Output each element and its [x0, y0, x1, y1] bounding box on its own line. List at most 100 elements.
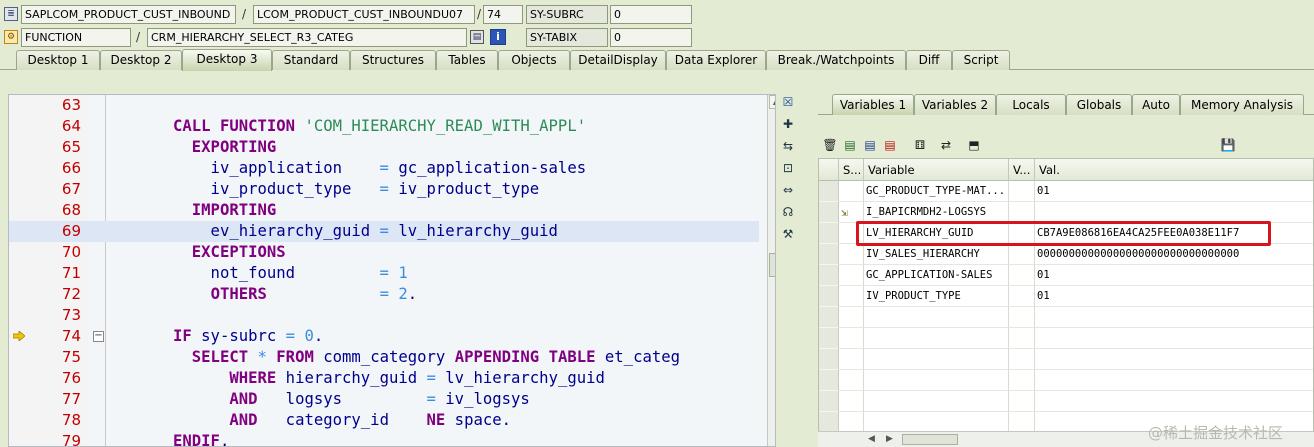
tab-variables-1[interactable]: Variables 1 — [832, 94, 914, 115]
tab-structures[interactable]: Structures — [350, 50, 436, 70]
column-value[interactable]: Val. — [1035, 159, 1313, 181]
variable-row[interactable]: IV_PRODUCT_TYPE 01 — [819, 286, 1313, 307]
row-selector[interactable] — [819, 391, 839, 412]
change-view-icon[interactable]: ▤ — [862, 138, 878, 154]
variable-grid[interactable]: S... Variable V... Val. GC_PRODUCT_TYPE-… — [818, 158, 1314, 447]
tab-data-explorer[interactable]: Data Explorer — [666, 50, 766, 70]
value-cell[interactable] — [1035, 391, 1313, 412]
variable-row[interactable] — [819, 391, 1313, 412]
tab-desktop-3[interactable]: Desktop 3 — [182, 49, 272, 71]
tab-memory-analysis[interactable]: Memory Analysis — [1180, 94, 1304, 115]
row-selector[interactable] — [819, 244, 839, 265]
tab-detail-display[interactable]: DetailDisplay — [570, 50, 666, 70]
delete-all-icon[interactable]: ▤ — [882, 138, 898, 154]
variable-name-cell[interactable]: I_BAPICRMDH2-LOGSYS — [864, 202, 1009, 223]
code-line[interactable]: 72 OTHERS = 2. — [9, 284, 759, 305]
code-line[interactable]: 75 SELECT * FROM comm_category APPENDING… — [9, 347, 759, 368]
row-selector[interactable] — [819, 328, 839, 349]
row-selector[interactable] — [819, 223, 839, 244]
delete-icon[interactable]: 🗑 — [822, 138, 838, 154]
variable-name-cell[interactable] — [864, 307, 1009, 328]
row-selector[interactable] — [819, 202, 839, 223]
tab-auto[interactable]: Auto — [1132, 94, 1180, 115]
headset-icon[interactable]: ☊ — [780, 205, 796, 221]
code-line-current-statement[interactable]: 74 − IF sy-subrc = 0. — [9, 326, 759, 347]
variable-name-cell[interactable]: GC_PRODUCT_TYPE-MAT... — [864, 181, 1009, 202]
row-selector[interactable] — [819, 370, 839, 391]
detail-view-icon[interactable]: ▤ — [842, 138, 858, 154]
editor-vertical-scrollbar[interactable]: ▲ — [767, 95, 775, 446]
variable-name-cell[interactable] — [864, 328, 1009, 349]
column-value-type[interactable]: V... — [1009, 159, 1035, 181]
variable-row[interactable] — [819, 370, 1313, 391]
tab-desktop-1[interactable]: Desktop 1 — [16, 50, 100, 70]
variable-name-cell[interactable] — [864, 391, 1009, 412]
tab-globals[interactable]: Globals — [1066, 94, 1132, 115]
column-variable[interactable]: Variable — [864, 159, 1009, 181]
row-selector[interactable] — [819, 181, 839, 202]
value-cell[interactable] — [1035, 370, 1313, 391]
variable-row[interactable] — [819, 328, 1313, 349]
program-field[interactable]: SAPLCOM_PRODUCT_CUST_INBOUND — [21, 5, 236, 24]
variable-name-cell[interactable] — [864, 412, 1009, 433]
variable-name-cell[interactable]: IV_SALES_HIERARCHY — [864, 244, 1009, 265]
row-selector[interactable] — [819, 307, 839, 328]
new-tool-icon[interactable]: ✚ — [780, 117, 796, 133]
service-icon[interactable]: ⚒ — [780, 227, 796, 243]
event-type-field[interactable]: FUNCTION — [21, 28, 131, 47]
scroll-thumb[interactable] — [902, 434, 958, 445]
transfer-icon[interactable]: ⇄ — [938, 138, 954, 154]
value-cell[interactable]: 00000000000000000000000000000000 — [1035, 244, 1313, 265]
code-line[interactable]: 65 EXPORTING — [9, 137, 759, 158]
save-icon[interactable]: 💾 — [1220, 138, 1236, 154]
variable-name-cell[interactable] — [864, 370, 1009, 391]
scroll-left-icon[interactable]: ◀ — [868, 434, 875, 444]
code-line[interactable]: 67 iv_product_type = iv_product_type — [9, 179, 759, 200]
row-selector[interactable] — [819, 265, 839, 286]
row-selector[interactable] — [819, 286, 839, 307]
variable-row[interactable]: GC_APPLICATION-SALES 01 — [819, 265, 1313, 286]
variable-row[interactable]: GC_PRODUCT_TYPE-MAT... 01 — [819, 181, 1313, 202]
variable-row[interactable]: IV_SALES_HIERARCHY 0000000000000000000000… — [819, 244, 1313, 265]
swap-tool-icon[interactable]: ⇆ — [780, 139, 796, 155]
variable-row[interactable] — [819, 307, 1313, 328]
expand-width-icon[interactable]: ⇔ — [780, 183, 796, 199]
source-code-editor[interactable]: 63 64 CALL FUNCTION 'COM_HIERARCHY_READ_… — [8, 94, 776, 447]
code-line-current-cursor[interactable]: 69 ev_hierarchy_guid = lv_hierarchy_guid — [9, 221, 759, 242]
tab-break-watchpoints[interactable]: Break./Watchpoints — [766, 50, 906, 70]
code-line[interactable]: 73 — [9, 305, 759, 326]
code-line[interactable]: 76 WHERE hierarchy_guid = lv_hierarchy_g… — [9, 368, 759, 389]
code-line[interactable]: 68 IMPORTING — [9, 200, 759, 221]
code-line[interactable]: 70 EXCEPTIONS — [9, 242, 759, 263]
event-name-field[interactable]: CRM_HIERARCHY_SELECT_R3_CATEG — [147, 28, 467, 47]
row-selector[interactable] — [819, 349, 839, 370]
hierarchy-icon[interactable]: ⚅ — [912, 138, 928, 154]
variable-row[interactable] — [819, 349, 1313, 370]
value-cell[interactable]: 01 — [1035, 265, 1313, 286]
variable-row[interactable]: ⇲ I_BAPICRMDH2-LOGSYS — [819, 202, 1313, 223]
variable-name-cell[interactable] — [864, 349, 1009, 370]
tab-diff[interactable]: Diff — [906, 50, 952, 70]
value-cell[interactable] — [1035, 307, 1313, 328]
code-line[interactable]: 78 AND category_id NE space. — [9, 410, 759, 431]
load-icon[interactable]: ⬒ — [966, 138, 982, 154]
value-cell[interactable]: 01 — [1035, 286, 1313, 307]
line-number-field[interactable]: 74 — [483, 5, 523, 24]
row-selector[interactable] — [819, 412, 839, 433]
value-cell[interactable] — [1035, 328, 1313, 349]
tab-standard[interactable]: Standard — [272, 50, 350, 70]
value-cell[interactable]: 01 — [1035, 181, 1313, 202]
scroll-right-icon[interactable]: ▶ — [886, 434, 893, 444]
maximize-tool-icon[interactable]: ⊡ — [780, 161, 796, 177]
tab-locals[interactable]: Locals — [996, 94, 1066, 115]
code-line[interactable]: 71 not_found = 1 — [9, 263, 759, 284]
close-icon[interactable]: ☒ — [780, 95, 796, 111]
tab-objects[interactable]: Objects — [498, 50, 570, 70]
code-line[interactable]: 64 CALL FUNCTION 'COM_HIERARCHY_READ_WIT… — [9, 116, 759, 137]
tab-desktop-2[interactable]: Desktop 2 — [100, 50, 182, 70]
tab-variables-2[interactable]: Variables 2 — [914, 94, 996, 115]
code-line[interactable]: 63 — [9, 95, 759, 116]
code-line[interactable]: 77 AND logsys = iv_logsys — [9, 389, 759, 410]
program-info-icon[interactable]: ≣ — [4, 7, 18, 21]
variable-name-cell[interactable]: IV_PRODUCT_TYPE — [864, 286, 1009, 307]
